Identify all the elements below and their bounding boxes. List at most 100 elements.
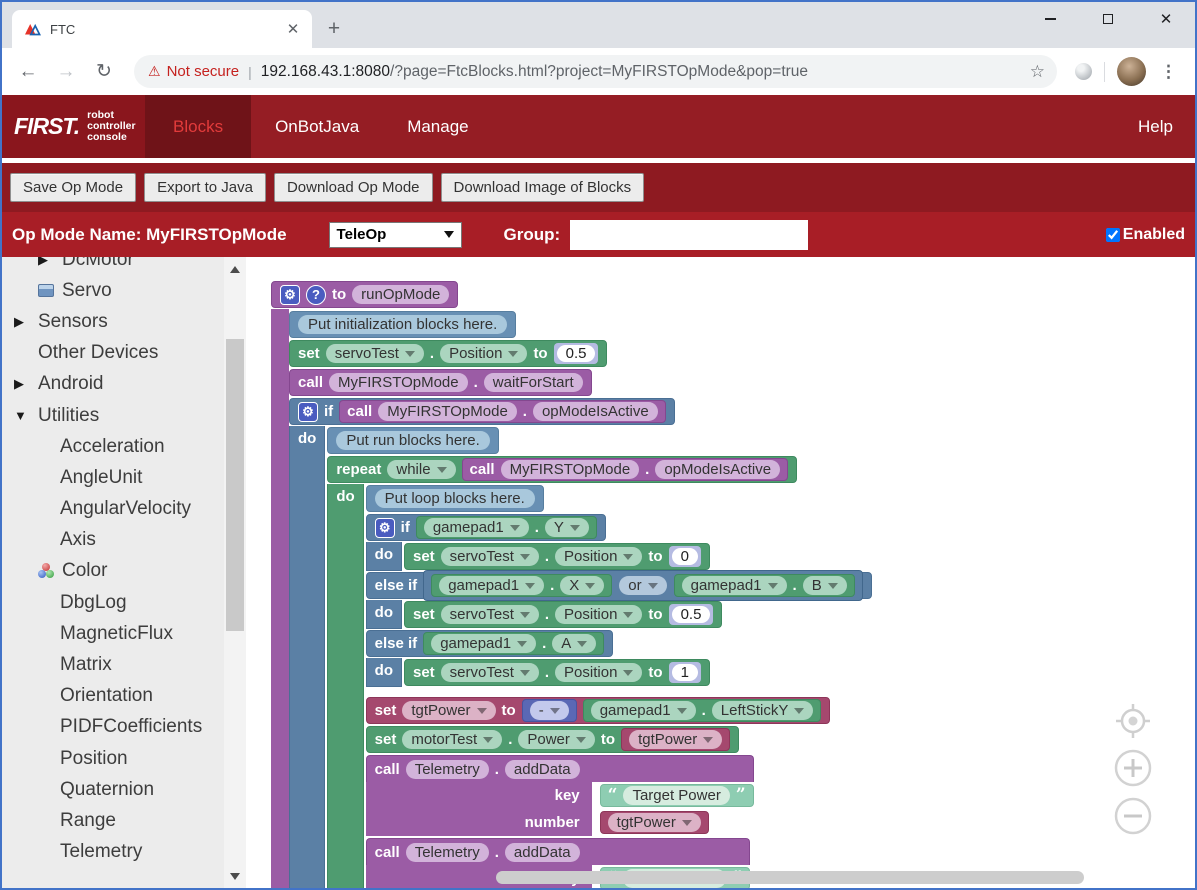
servo-var-dropdown[interactable]: servoTest (441, 547, 539, 566)
if-header[interactable]: ⚙ if call MyFIRSTOpMode . opModeIsActive (289, 398, 675, 425)
block-set-servo-05[interactable]: set servoTest . Position to 0.5 (404, 601, 722, 628)
browser-tab[interactable]: FTC ✕ (12, 10, 312, 48)
minimize-button[interactable] (1021, 2, 1079, 36)
toolbox-category-axis[interactable]: Axis (2, 525, 246, 556)
group-input[interactable] (570, 220, 808, 250)
back-button[interactable]: ← (14, 58, 42, 86)
toolbox-category-range[interactable]: Range (2, 805, 246, 836)
toolbox-scrollbar[interactable] (224, 257, 246, 888)
toolbox-category-android[interactable]: ▶Android (2, 369, 246, 400)
block-gamepad-x[interactable]: gamepad1 . X (431, 574, 612, 597)
scroll-up-icon[interactable] (224, 259, 246, 279)
toolbox-category-angleunit[interactable]: AngleUnit (2, 462, 246, 493)
toolbox-category-color[interactable]: Color (2, 556, 246, 587)
mutator-gear-icon[interactable]: ⚙ (375, 518, 395, 538)
toolbox-category-servo[interactable]: Servo (2, 275, 246, 306)
download-opmode-button[interactable]: Download Op Mode (274, 173, 433, 202)
stick-dropdown[interactable]: LeftStickY (712, 701, 814, 720)
button-dropdown[interactable]: Y (545, 518, 589, 537)
scroll-down-icon[interactable] (224, 866, 246, 886)
block-call-opmodeisactive[interactable]: call MyFIRSTOpMode . opModeIsActive (462, 458, 789, 481)
bookmark-star-icon[interactable]: ☆ (1030, 62, 1045, 82)
block-tgtpower-value[interactable]: tgtPower (621, 728, 730, 751)
help-question-icon[interactable]: ? (306, 285, 326, 305)
variable-dropdown[interactable]: tgtPower (402, 701, 495, 720)
elseif-a[interactable]: else if gamepad1 . A (366, 630, 614, 657)
block-gamepad-b[interactable]: gamepad1 . B (674, 574, 855, 597)
block-tgtpower-value[interactable]: tgtPower (600, 811, 709, 834)
block-set-servo-init[interactable]: set servoTest . Position to 0.5 (289, 340, 607, 367)
button-dropdown[interactable]: X (560, 576, 604, 595)
repeat-mode-dropdown[interactable]: while (387, 460, 455, 479)
nav-onbotjava[interactable]: OnBotJava (251, 95, 383, 158)
block-call-opmodeisactive[interactable]: call MyFIRSTOpMode . opModeIsActive (339, 400, 666, 423)
servo-prop-dropdown[interactable]: Position (555, 547, 642, 566)
address-bar[interactable]: ⚠ Not secure | 192.168.43.1:8080 /?page=… (134, 55, 1057, 88)
save-opmode-button[interactable]: Save Op Mode (10, 173, 136, 202)
toolbox-category-other-devices[interactable]: Other Devices (2, 338, 246, 369)
block-if-opmodeisactive[interactable]: ⚙ if call MyFIRSTOpMode . opModeIsActive… (289, 397, 872, 888)
forward-button[interactable]: → (52, 58, 80, 86)
servo-prop-dropdown[interactable]: Position (555, 663, 642, 682)
mutator-gear-icon[interactable]: ⚙ (298, 402, 318, 422)
toolbox-category-sensors[interactable]: ▶Sensors (2, 306, 246, 337)
elseif-x-or-b[interactable]: else if gamepad1 . X (366, 572, 872, 599)
toolbox-category-matrix[interactable]: Matrix (2, 649, 246, 680)
extension-orb-icon[interactable] (1075, 63, 1092, 80)
tab-close-icon[interactable]: ✕ (284, 20, 302, 38)
flavor-select[interactable]: TeleOp (329, 222, 462, 248)
browser-menu-icon[interactable]: ⋮ (1156, 62, 1181, 82)
toolbox-scrollbar-thumb[interactable] (226, 339, 244, 631)
reload-button[interactable]: ↻ (90, 58, 118, 86)
block-set-servo-0[interactable]: set servoTest . Position to 0 (404, 543, 710, 570)
text-field[interactable]: Target Power (623, 786, 729, 805)
toolbox-category-dcmotor[interactable]: ▶DcMotor (2, 257, 246, 275)
block-set-servo-1[interactable]: set servoTest . Position to 1 (404, 659, 710, 686)
block-gamepad-a[interactable]: gamepad1 . A (423, 632, 604, 655)
gamepad-dropdown[interactable]: gamepad1 (431, 634, 536, 653)
block-runopmode-header[interactable]: ⚙ ? to runOpMode (271, 281, 458, 308)
servo-prop-dropdown[interactable]: Position (440, 344, 527, 363)
zoom-out-icon[interactable] (1113, 796, 1153, 836)
block-number-value[interactable]: 0 (669, 546, 701, 567)
block-set-tgtpower[interactable]: set tgtPower to - gamepad (366, 697, 831, 724)
maximize-button[interactable] (1079, 2, 1137, 36)
mutator-gear-icon[interactable]: ⚙ (280, 285, 300, 305)
toolbox-category-orientation[interactable]: Orientation (2, 681, 246, 712)
block-negate[interactable]: - (522, 699, 577, 722)
block-call-waitforstart[interactable]: call MyFIRSTOpMode . waitForStart (289, 369, 592, 396)
workspace-horizontal-scrollbar[interactable] (496, 871, 1084, 884)
block-comment-run[interactable]: Put run blocks here. (327, 427, 498, 454)
servo-var-dropdown[interactable]: servoTest (326, 344, 424, 363)
call-adddata-header[interactable]: call Telemetry . addData (366, 838, 751, 865)
new-tab-button[interactable]: + (320, 15, 348, 43)
toolbox-category-dbglog[interactable]: DbgLog (2, 587, 246, 618)
toolbox-category-position[interactable]: Position (2, 743, 246, 774)
servo-var-dropdown[interactable]: servoTest (441, 663, 539, 682)
variable-dropdown[interactable]: tgtPower (629, 730, 722, 749)
variable-dropdown[interactable]: tgtPower (608, 813, 701, 832)
download-image-button[interactable]: Download Image of Blocks (441, 173, 645, 202)
block-number-value[interactable]: 0.5 (554, 343, 599, 364)
toolbox-category-angularvelocity[interactable]: AngularVelocity (2, 494, 246, 525)
gamepad-dropdown[interactable]: gamepad1 (591, 701, 696, 720)
block-number-value[interactable]: 1 (669, 662, 701, 683)
profile-avatar[interactable] (1117, 57, 1146, 86)
close-button[interactable]: ✕ (1137, 2, 1195, 36)
gamepad-dropdown[interactable]: gamepad1 (424, 518, 529, 537)
toolbox-category-telemetry[interactable]: Telemetry (2, 837, 246, 868)
block-number-value[interactable]: 0.5 (669, 604, 714, 625)
zoom-reset-icon[interactable] (1114, 702, 1152, 740)
function-name-field[interactable]: runOpMode (352, 285, 449, 304)
motor-prop-dropdown[interactable]: Power (518, 730, 595, 749)
blockly-workspace[interactable]: ⚙ ? to runOpMode Put initialization bloc… (246, 257, 1195, 888)
gamepad-dropdown[interactable]: gamepad1 (439, 576, 544, 595)
toolbox-category-pidfcoefficients[interactable]: PIDFCoefficients (2, 712, 246, 743)
call-adddata-header[interactable]: call Telemetry . addData (366, 755, 754, 782)
toolbox-category-utilities[interactable]: ▼Utilities (2, 400, 246, 431)
block-comment-loop[interactable]: Put loop blocks here. (366, 485, 544, 512)
nav-manage[interactable]: Manage (383, 95, 492, 158)
block-repeat-while[interactable]: repeat while call MyFIRSTOpMode . opMode… (327, 455, 871, 888)
block-logic-or[interactable]: gamepad1 . X or gamepad1 (423, 570, 863, 601)
negate-dropdown[interactable]: - (530, 701, 569, 720)
